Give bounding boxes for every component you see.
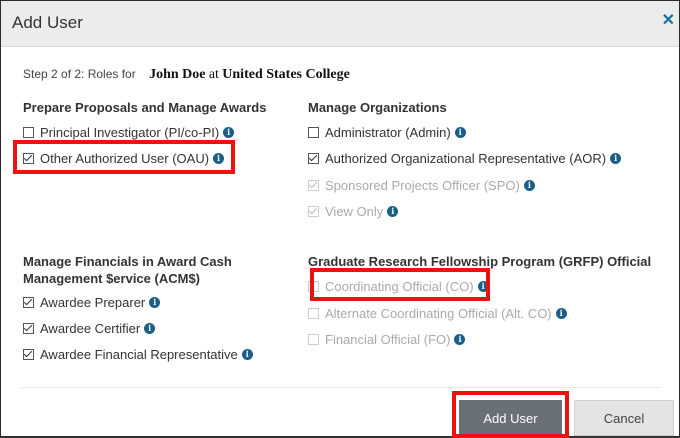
info-icon[interactable]: i bbox=[610, 153, 622, 164]
option-awardee-financial-rep[interactable]: Awardee Financial Representative i bbox=[23, 347, 253, 362]
organization-name: United States College bbox=[222, 67, 350, 82]
highlight-box-co bbox=[310, 268, 490, 301]
section-heading-awards: Prepare Proposals and Manage Awards bbox=[23, 100, 267, 115]
heading-line: Management $ervice (ACM$) bbox=[23, 271, 200, 286]
option-label: Financial Official (FO) bbox=[325, 332, 451, 347]
checkbox[interactable] bbox=[23, 349, 34, 360]
info-icon[interactable]: i bbox=[223, 127, 235, 138]
highlight-box-oau bbox=[13, 140, 235, 174]
section-heading-organizations: Manage Organizations bbox=[308, 100, 447, 115]
option-view-only: View Only i bbox=[308, 204, 399, 219]
info-icon[interactable]: i bbox=[523, 180, 535, 191]
checkbox[interactable] bbox=[23, 297, 34, 308]
checkbox bbox=[308, 206, 319, 217]
info-icon[interactable]: i bbox=[555, 308, 567, 319]
checkbox bbox=[308, 308, 319, 319]
info-icon[interactable]: i bbox=[387, 206, 399, 217]
user-name: John Doe bbox=[149, 67, 206, 82]
highlight-box-add-user bbox=[452, 391, 569, 438]
step-indicator: Step 2 of 2: Roles for John Doe at Unite… bbox=[23, 67, 350, 83]
option-label: Authorized Organizational Representative… bbox=[325, 151, 607, 166]
checkbox bbox=[308, 180, 319, 191]
info-icon[interactable]: i bbox=[241, 349, 253, 360]
option-label: Administrator (Admin) bbox=[325, 125, 451, 140]
option-financial-official: Financial Official (FO) i bbox=[308, 332, 466, 347]
option-label: Awardee Certifier bbox=[40, 321, 141, 336]
option-label: Principal Investigator (PI/co-PI) bbox=[40, 125, 220, 140]
option-spo: Sponsored Projects Officer (SPO) i bbox=[308, 178, 535, 193]
at-text: at bbox=[208, 67, 219, 82]
section-heading-financials: Manage Financials in Award Cash Manageme… bbox=[23, 253, 232, 287]
checkbox bbox=[308, 334, 319, 345]
option-awardee-certifier[interactable]: Awardee Certifier i bbox=[23, 321, 156, 336]
checkbox[interactable] bbox=[308, 127, 319, 138]
footer-divider bbox=[21, 387, 661, 388]
cancel-button[interactable]: Cancel bbox=[574, 400, 674, 436]
option-awardee-preparer[interactable]: Awardee Preparer i bbox=[23, 295, 161, 310]
dialog-header: Add User ✕ bbox=[1, 1, 679, 47]
add-user-dialog: Add User ✕ Step 2 of 2: Roles for John D… bbox=[0, 0, 680, 438]
step-label: Step 2 of 2: Roles for bbox=[23, 67, 136, 81]
close-icon[interactable]: ✕ bbox=[662, 10, 675, 30]
checkbox[interactable] bbox=[308, 153, 319, 164]
info-icon[interactable]: i bbox=[149, 297, 161, 308]
option-label: Awardee Preparer bbox=[40, 295, 146, 310]
option-label: Alternate Coordinating Official (Alt. CO… bbox=[325, 306, 552, 321]
option-label: Awardee Financial Representative bbox=[40, 347, 238, 362]
option-alternate-coordinating-official: Alternate Coordinating Official (Alt. CO… bbox=[308, 306, 567, 321]
checkbox[interactable] bbox=[23, 127, 34, 138]
option-administrator[interactable]: Administrator (Admin) i bbox=[308, 125, 466, 140]
info-icon[interactable]: i bbox=[454, 334, 466, 345]
heading-line: Manage Financials in Award Cash bbox=[23, 254, 232, 269]
checkbox[interactable] bbox=[23, 323, 34, 334]
dialog-title: Add User bbox=[12, 13, 83, 32]
option-aor[interactable]: Authorized Organizational Representative… bbox=[308, 151, 622, 166]
info-icon[interactable]: i bbox=[144, 323, 156, 334]
option-principal-investigator[interactable]: Principal Investigator (PI/co-PI) i bbox=[23, 125, 235, 140]
option-label: Sponsored Projects Officer (SPO) bbox=[325, 178, 520, 193]
option-label: View Only bbox=[325, 204, 384, 219]
info-icon[interactable]: i bbox=[454, 127, 466, 138]
